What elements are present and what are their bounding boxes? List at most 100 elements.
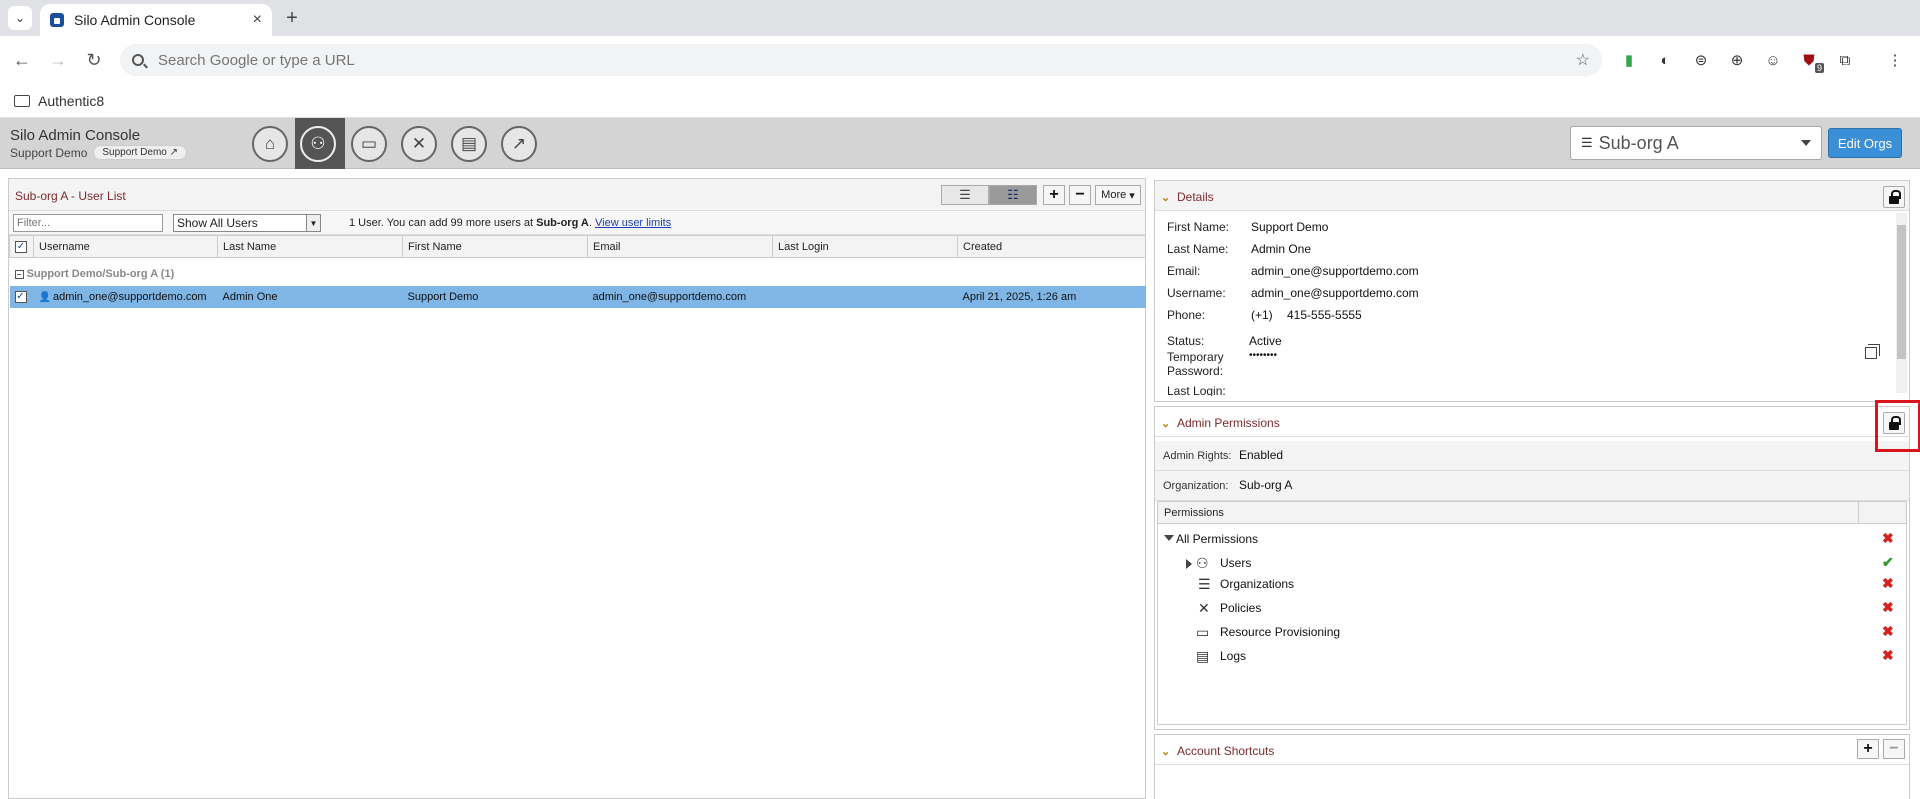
tab-close-icon[interactable]: ×	[253, 11, 262, 29]
phone-country-code: (+1)	[1251, 308, 1273, 322]
new-tab-button[interactable]: +	[280, 6, 304, 30]
column-header[interactable]: Last Name	[217, 235, 403, 258]
permission-row-all[interactable]: All Permissions ✖	[1158, 528, 1906, 550]
org-name: Support Demo	[10, 145, 88, 160]
phone-value: 415-555-5555	[1287, 308, 1362, 322]
remove-user-button[interactable]: −	[1069, 185, 1091, 205]
permission-row-logs[interactable]: ▤ Logs ✖	[1158, 645, 1906, 667]
org-select[interactable]: ☰ Sub-org A	[1570, 126, 1822, 160]
user-list-panel: Sub-org A - User List ☰ ☷ + − More ▾ Sho…	[8, 178, 1146, 799]
bookmark-star-icon[interactable]: ☆	[1576, 50, 1590, 70]
permission-row-organizations[interactable]: ☰ Organizations ✖	[1158, 573, 1906, 595]
list-view-toggle[interactable]: ☰	[941, 185, 989, 205]
logs-icon[interactable]: ▤	[451, 126, 487, 162]
column-header[interactable]: Last Login	[772, 235, 958, 258]
collapse-chevron-icon[interactable]: ⌄	[1161, 745, 1170, 758]
edit-orgs-button[interactable]: Edit Orgs	[1828, 128, 1902, 158]
remove-shortcut-button[interactable]: −	[1883, 739, 1905, 759]
account-shortcuts-title: Account Shortcuts	[1177, 744, 1275, 758]
shield-extension-icon[interactable]: ⛊ 9	[1798, 49, 1824, 73]
last-login-label: Last Login:	[1167, 384, 1226, 396]
column-header[interactable]: First Name	[402, 235, 588, 258]
chart-icon[interactable]: ↗	[501, 126, 537, 162]
users-icon[interactable]: ⚇	[300, 126, 336, 162]
column-header[interactable]: Username	[33, 235, 218, 258]
permission-row-resource-provisioning[interactable]: ▭ Resource Provisioning ✖	[1158, 621, 1906, 643]
window-icon[interactable]: ▭	[351, 126, 387, 162]
add-user-button[interactable]: +	[1043, 185, 1065, 205]
expand-down-icon[interactable]	[1164, 535, 1174, 541]
group-row[interactable]: − Support Demo/Sub-org A (1)	[10, 258, 1146, 286]
column-header[interactable]: Email	[587, 235, 773, 258]
browser-menu-icon[interactable]: ⋮	[1884, 49, 1906, 71]
granted-check-icon[interactable]: ✔	[1882, 554, 1894, 571]
search-icon	[132, 54, 144, 66]
extensions-puzzle-icon[interactable]: ⧉	[1834, 49, 1856, 71]
details-header: ⌄ Details	[1155, 181, 1909, 211]
profile-icon[interactable]: ☺	[1762, 49, 1784, 71]
org-pill-label: Support Demo	[102, 147, 167, 158]
address-bar[interactable]: ☆	[120, 44, 1602, 76]
address-input[interactable]	[158, 51, 1458, 69]
app-title: Silo Admin Console	[10, 127, 141, 144]
last-login-cell	[772, 285, 958, 308]
bookmark-folder[interactable]: Authentic8	[14, 90, 104, 112]
view-user-limits-link[interactable]: View user limits	[595, 217, 671, 229]
org-tree-icon: ☰	[1198, 576, 1211, 592]
permissions-header: Permissions	[1158, 502, 1906, 524]
filter-input[interactable]	[13, 214, 163, 232]
browser-tab[interactable]: Silo Admin Console ×	[40, 4, 272, 36]
username-value: admin_one@supportdemo.com	[1251, 286, 1419, 300]
admin-user-icon: 👤	[38, 291, 51, 303]
tree-view-toggle[interactable]: ☷	[989, 185, 1037, 205]
row-checkbox[interactable]: ✓	[14, 291, 27, 303]
show-users-select[interactable]: Show All Users ▼	[173, 214, 321, 232]
back-icon[interactable]: ←	[10, 48, 34, 72]
admin-permissions-title: Admin Permissions	[1177, 416, 1280, 430]
copy-icon[interactable]	[1865, 344, 1880, 359]
forward-icon[interactable]: →	[46, 48, 70, 72]
deny-x-icon[interactable]: ✖	[1882, 623, 1894, 640]
select-all-checkbox[interactable]: ✓	[15, 241, 27, 253]
permission-row-users[interactable]: ⚇ Users ✔	[1158, 552, 1906, 574]
collapse-chevron-icon[interactable]: ⌄	[1161, 191, 1170, 204]
half-circle-extension-icon[interactable]: ◐	[1654, 49, 1676, 71]
admin-rights-row: Admin Rights: Enabled	[1155, 441, 1909, 471]
collapse-chevron-icon[interactable]: ⌄	[1161, 417, 1170, 430]
select-all-header[interactable]: ✓	[9, 235, 34, 258]
deny-x-icon[interactable]: ✖	[1882, 530, 1894, 547]
details-scrollbar[interactable]	[1896, 213, 1907, 393]
org-pill[interactable]: Support Demo ↗	[93, 145, 188, 160]
sync-extension-icon[interactable]: ⊜	[1690, 49, 1712, 71]
account-shortcuts-header: ⌄ Account Shortcuts + −	[1155, 735, 1909, 765]
permission-row-policies[interactable]: ✕ Policies ✖	[1158, 597, 1906, 619]
details-panel: ⌄ Details First Name: Support Demo Last …	[1154, 180, 1910, 402]
signal-extension-icon[interactable]: ▮	[1618, 49, 1640, 71]
deny-x-icon[interactable]: ✖	[1882, 599, 1894, 616]
expand-right-icon[interactable]	[1186, 559, 1192, 569]
site-favicon-icon	[50, 13, 64, 27]
deny-x-icon[interactable]: ✖	[1882, 575, 1894, 592]
row-checkbox-cell[interactable]: ✓	[9, 285, 34, 308]
highlight-box	[1875, 400, 1920, 452]
lock-icon[interactable]	[1883, 186, 1905, 208]
nav-users-active[interactable]: ⚇	[295, 118, 345, 169]
collapse-group-icon[interactable]: −	[14, 269, 24, 279]
reload-icon[interactable]: ↻	[82, 48, 106, 72]
column-header[interactable]: Created	[957, 235, 1146, 258]
account-shortcuts-panel: ⌄ Account Shortcuts + −	[1154, 734, 1910, 799]
table-row[interactable]: ✓ 👤 admin_one@supportdemo.com Admin One S…	[9, 285, 1146, 308]
deny-x-icon[interactable]: ✖	[1882, 647, 1894, 664]
more-menu-button[interactable]: More ▾	[1095, 185, 1141, 205]
logs-icon: ▤	[1196, 648, 1210, 664]
home-icon[interactable]: ⌂	[252, 126, 288, 162]
extension-badge: 9	[1814, 63, 1824, 73]
bookmarks-bar: Authentic8	[0, 84, 1920, 118]
scrollbar-thumb[interactable]	[1897, 225, 1906, 359]
admin-permissions-header: ⌄ Admin Permissions	[1155, 407, 1909, 437]
add-shortcut-button[interactable]: +	[1857, 739, 1879, 759]
tools-icon[interactable]: ✕	[401, 126, 437, 162]
phone-label: Phone:	[1167, 308, 1206, 322]
globe-extension-icon[interactable]: ⊕	[1726, 49, 1748, 71]
tab-search-button[interactable]: ⌄	[8, 6, 32, 30]
